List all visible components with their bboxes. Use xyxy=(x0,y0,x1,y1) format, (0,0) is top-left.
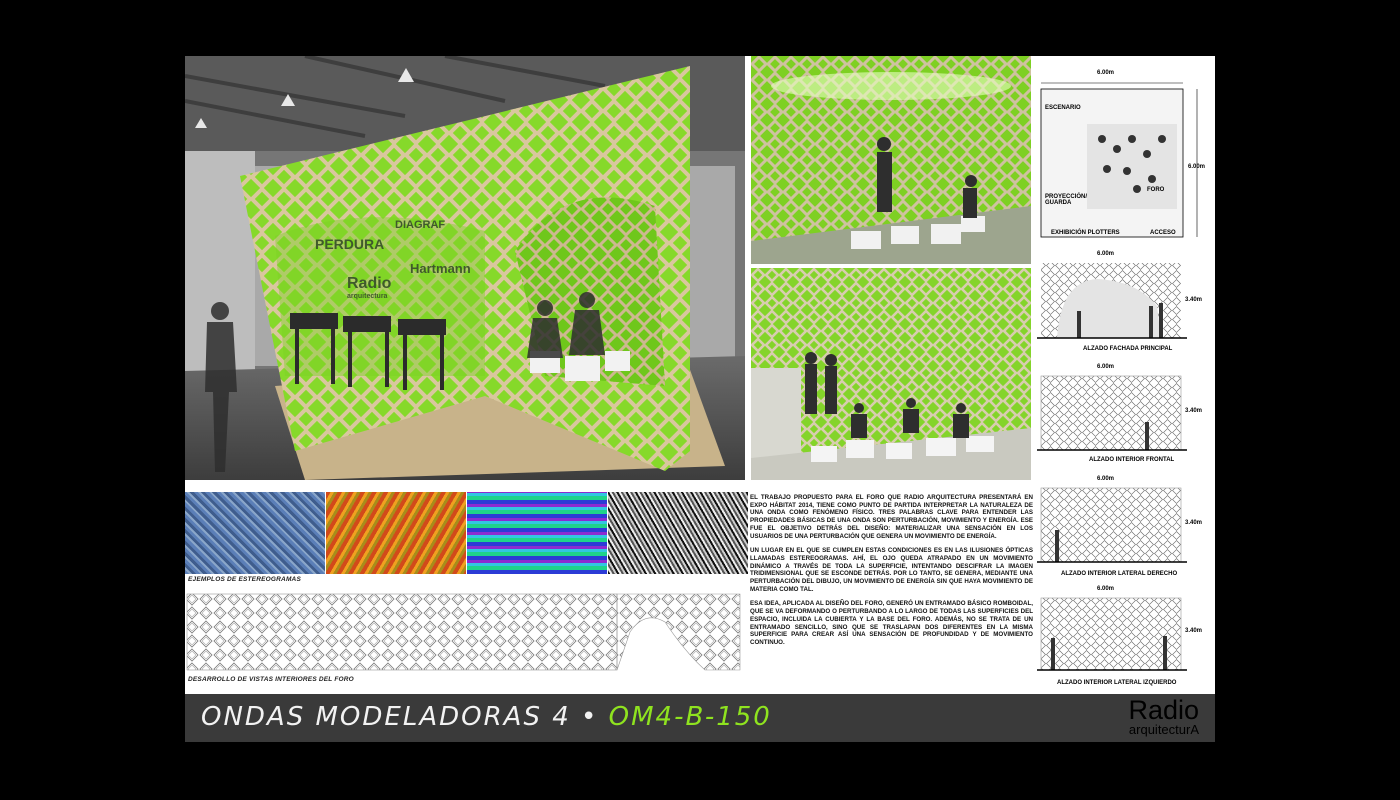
plan-label-exhibicion: EXHIBICIÓN PLOTTERS xyxy=(1051,230,1120,236)
footer-bar: ONDAS MODELADORAS 4 • OM4-B-150 Radio ar… xyxy=(185,694,1215,742)
stereogram-bw xyxy=(608,492,748,574)
interior-views-development xyxy=(185,592,747,674)
signage-diagraf: DIAGRAF xyxy=(395,219,445,231)
logo-arquitectura: arquitecturA xyxy=(1128,722,1199,737)
project-code: OM4-B-150 xyxy=(608,702,772,732)
elevation-1-height: 3.40m xyxy=(1185,297,1203,303)
signage-radio: Radio xyxy=(347,275,392,292)
elevation-1-title: ALZADO FACHADA PRINCIPAL xyxy=(1083,346,1173,352)
plan-width-label: 6.00m xyxy=(1097,70,1115,76)
plan-label-acceso: ACCESO xyxy=(1150,230,1176,236)
description-paragraph-2: UN LUGAR EN EL QUE SE CUMPLEN ESTAS COND… xyxy=(750,547,1033,593)
stereograms-caption: EJEMPLOS DE ESTEREOGRAMAS xyxy=(188,576,301,583)
logo-radio: Radio xyxy=(1128,695,1199,725)
stereogram-blue xyxy=(185,492,325,574)
elevation-interior-front: 6.00m 3.40m ALZADO INTERIOR FRONTAL xyxy=(1037,364,1209,472)
presentation-board: PERDURA Radio arquitectura DIAGRAF Hartm… xyxy=(185,56,1215,742)
elevation-4-width: 6.00m xyxy=(1097,586,1115,592)
elevation-main-facade: 6.00m 3.40m ALZADO FACHADA PRINCIPAL xyxy=(1037,251,1209,361)
elevation-3-width: 6.00m xyxy=(1097,476,1115,482)
elevation-4-height: 3.40m xyxy=(1185,628,1203,634)
stereogram-orange xyxy=(326,492,466,574)
elevation-2-height: 3.40m xyxy=(1185,408,1203,414)
plan-label-escenario: ESCENARIO xyxy=(1045,105,1081,111)
elevation-3-height: 3.40m xyxy=(1185,520,1203,526)
signage-hartmann: Hartmann xyxy=(410,261,471,276)
floor-plan: 6.00m 6.00m ESCENARIO FORO PROYECCIÓN/ G… xyxy=(1037,64,1209,239)
title-separator: • xyxy=(570,702,609,732)
signage-perdura: PERDURA xyxy=(315,236,384,252)
development-caption: DESARROLLO DE VISTAS INTERIORES DEL FORO xyxy=(188,676,354,683)
interior-render-top xyxy=(751,56,1031,264)
elevation-2-width: 6.00m xyxy=(1097,364,1115,370)
elevation-interior-right: 6.00m 3.40m ALZADO INTERIOR LATERAL DERE… xyxy=(1037,476,1209,584)
description-paragraph-1: EL TRABAJO PROPUESTO PARA EL FORO QUE RA… xyxy=(750,494,1033,540)
elevation-2-title: ALZADO INTERIOR FRONTAL xyxy=(1089,457,1175,463)
signage-arquitectura: arquitectura xyxy=(347,293,388,300)
plan-label-proyeccion: PROYECCIÓN/ GUARDA xyxy=(1045,194,1088,206)
main-render: PERDURA Radio arquitectura DIAGRAF Hartm… xyxy=(185,56,745,480)
project-title: ONDAS MODELADORAS 4 • OM4-B-150 xyxy=(201,702,772,732)
plan-depth-label: 6.00m xyxy=(1188,164,1206,170)
elevation-1-width: 6.00m xyxy=(1097,251,1115,257)
project-description: EL TRABAJO PROPUESTO PARA EL FORO QUE RA… xyxy=(750,494,1033,654)
elevation-3-title: ALZADO INTERIOR LATERAL DERECHO xyxy=(1061,571,1178,577)
interior-render-bottom xyxy=(751,268,1031,480)
project-title-text: ONDAS MODELADORAS 4 xyxy=(201,702,571,732)
description-paragraph-3: ESA IDEA, APLICADA AL DISEÑO DEL FORO, G… xyxy=(750,600,1033,646)
plan-label-foro: FORO xyxy=(1147,187,1165,193)
elevation-interior-left: 6.00m 3.40m ALZADO INTERIOR LATERAL IZQU… xyxy=(1037,586,1209,692)
radio-arquitectura-logo: Radio arquitecturA xyxy=(1128,696,1199,736)
stereogram-rainbow xyxy=(467,492,607,574)
elevation-4-title: ALZADO INTERIOR LATERAL IZQUIERDO xyxy=(1057,680,1177,686)
